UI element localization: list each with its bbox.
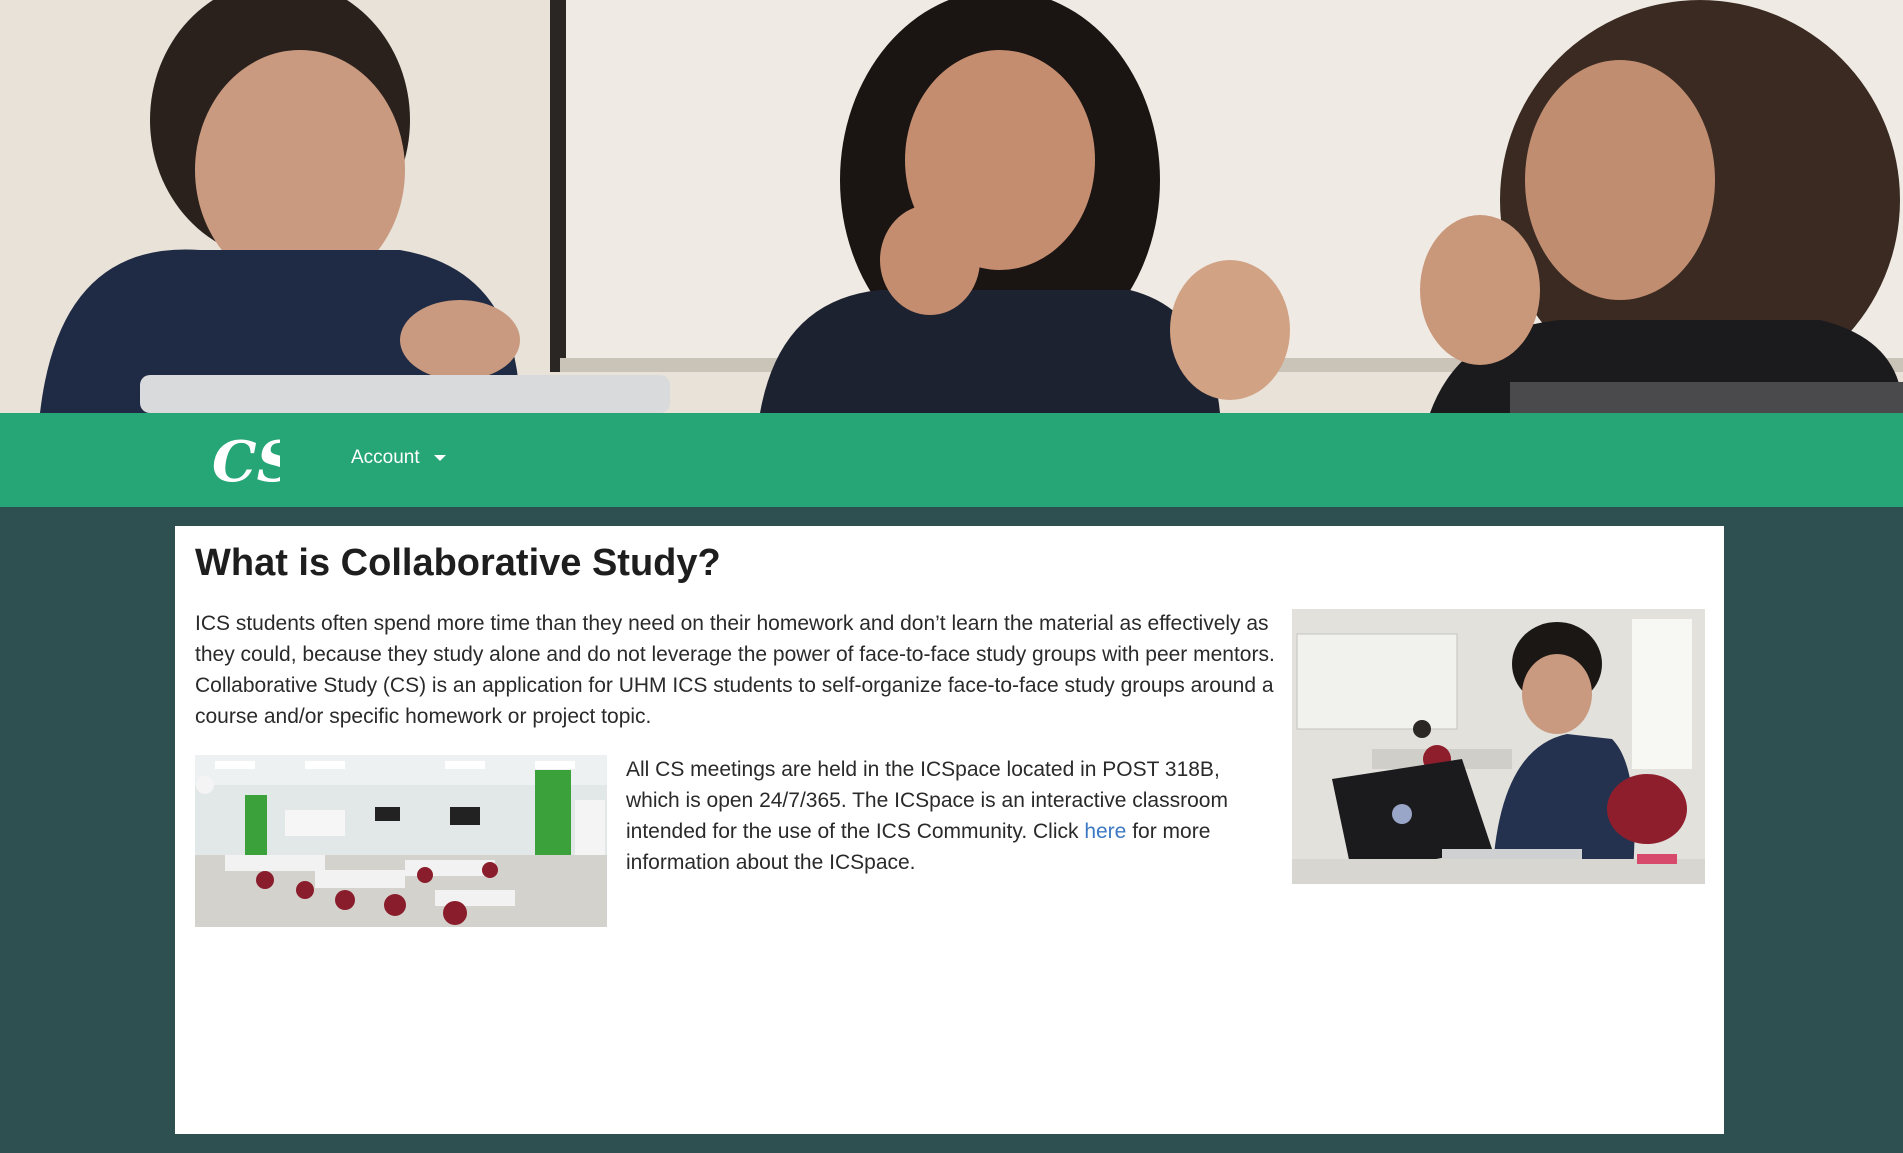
intro-paragraph: ICS students often spend more time than …	[195, 612, 1275, 728]
account-dropdown[interactable]: Account	[351, 447, 446, 469]
cs-logo-icon: CS	[212, 429, 297, 495]
caret-down-icon	[433, 454, 446, 461]
svg-text:CS: CS	[212, 429, 280, 491]
icspace-room-image	[195, 755, 607, 927]
main-navbar: CS Account	[0, 413, 1903, 507]
student-laptop-photo	[1292, 609, 1705, 884]
cs-logo[interactable]: CS	[210, 429, 297, 495]
hero-image	[0, 0, 1903, 413]
meetings-paragraph: All CS meetings are held in the ICSpace …	[626, 754, 1256, 878]
account-label: Account	[351, 447, 420, 468]
student-laptop-image	[1292, 609, 1705, 884]
hero-banner	[0, 0, 1903, 413]
page-title: What is Collaborative Study?	[195, 542, 721, 584]
icspace-info-link[interactable]: here	[1084, 820, 1126, 843]
content-card: What is Collaborative Study? ICS student…	[175, 526, 1724, 1134]
icspace-room-photo	[195, 755, 607, 927]
